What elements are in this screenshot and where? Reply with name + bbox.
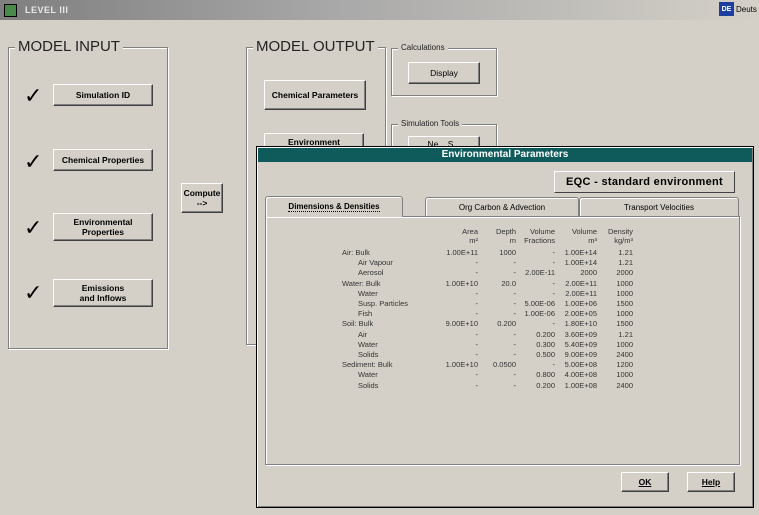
emissions-inflows-check-icon: ✓ <box>24 280 43 305</box>
chemical-properties-check-icon: ✓ <box>24 149 43 174</box>
table-row-label: Susp. Particles <box>358 299 409 308</box>
table-cell: 2400 <box>616 350 633 359</box>
dialog-title: Environmental Parameters <box>258 148 752 162</box>
tab-org-carbon-advection[interactable]: Org Carbon & Advection <box>425 197 579 217</box>
help-button-label: Help <box>701 477 721 487</box>
table-row-label: Fish <box>358 309 373 319</box>
column-header-line1: Area <box>462 227 478 236</box>
display-button[interactable]: Display <box>408 62 480 84</box>
tab-org-carbon-advection-label: Org Carbon & Advection <box>458 203 546 212</box>
model-output-title: MODEL OUTPUT <box>253 38 378 56</box>
column-header-line2: Fractions <box>524 236 555 245</box>
column-header-line1: Density <box>607 227 633 236</box>
table-row-label: Air Vapour <box>358 258 393 268</box>
column-header-line2: m <box>509 236 516 245</box>
column-header-line1: Volume <box>529 227 555 236</box>
tab-transport-velocities[interactable]: Transport Velocities <box>579 197 739 217</box>
tab-dimensions-densities-label: Dimensions & Densities <box>288 202 380 212</box>
table-cell: 1000 <box>616 370 633 380</box>
table-cell: 1500 <box>616 319 633 329</box>
table-row-label: Air <box>358 329 368 339</box>
table-cell: 1.21 <box>618 258 633 268</box>
window-title: LEVEL III <box>25 5 69 15</box>
table-row-label: Water <box>358 339 378 349</box>
table-row-label: Sediment: Bulk <box>342 360 393 370</box>
simulation-tools-title: Simulation Tools <box>398 119 463 129</box>
environment-name-box: EQC - standard environment <box>554 171 735 193</box>
model-input-title: MODEL INPUT <box>15 38 123 56</box>
tab-strip: Dimensions & Densities Org Carbon & Adve… <box>265 196 740 217</box>
compute-button[interactable]: Compute --> <box>181 183 223 213</box>
table-row-label: Soil: Bulk <box>342 319 374 329</box>
environmental-parameters-dialog: Environmental Parameters EQC - standard … <box>256 146 754 508</box>
environmental-properties-check-icon: ✓ <box>24 215 43 240</box>
chemical-properties-button[interactable]: Chemical Properties <box>53 149 153 171</box>
column-header-line1: Volume <box>571 227 597 236</box>
simulation-id-check-icon: ✓ <box>24 83 43 108</box>
language-indicator[interactable]: DE Deuts <box>719 2 757 16</box>
table-cell: 2400 <box>616 380 633 390</box>
table-cell: 1.21 <box>618 248 633 257</box>
app-icon <box>4 3 17 17</box>
table-cell: 1000 <box>616 309 633 319</box>
table-cell: 1200 <box>616 360 633 370</box>
table-row-label: Solids <box>358 380 379 390</box>
emissions-inflows-button[interactable]: Emissions and Inflows <box>53 279 153 307</box>
column-header: Volume m³ <box>557 227 597 245</box>
ok-button-label: OK <box>638 477 652 487</box>
table-row-label: Air: Bulk <box>342 248 370 257</box>
table-row-label: Aerosol <box>358 268 384 278</box>
table-cell: 1000 <box>616 288 633 298</box>
tab-transport-velocities-label: Transport Velocities <box>624 203 694 212</box>
help-button[interactable]: Help <box>687 472 735 492</box>
table-row-label: Solids <box>358 350 379 359</box>
ok-button[interactable]: OK <box>621 472 669 492</box>
table-row-label: Water: Bulk <box>342 278 381 288</box>
language-flag-icon: DE <box>719 2 734 16</box>
column-header-line1: Depth <box>495 227 516 236</box>
simulation-id-button[interactable]: Simulation ID <box>53 84 153 106</box>
table-row-label: Water <box>358 288 378 298</box>
calculations-title: Calculations <box>398 43 448 53</box>
column-header: Density kg/m³ <box>597 227 633 245</box>
table-cell: 1000 <box>616 339 633 349</box>
column-header-line2: m² <box>469 236 478 245</box>
column-header: Volume Fractions <box>515 227 555 245</box>
table-cell: 1.21 <box>618 329 633 339</box>
chemical-parameters-button[interactable]: Chemical Parameters <box>264 80 366 110</box>
language-label: Deuts <box>736 4 757 14</box>
table-row-label: Water <box>358 370 378 380</box>
environmental-properties-button[interactable]: Environmental Properties <box>53 213 153 241</box>
table-cell: 1000 <box>616 278 633 288</box>
dimensions-densities-panel: Area m² Depth m Volume Fractions Volume m³ Densi… <box>265 216 740 465</box>
table-cell: 2000 <box>616 268 633 278</box>
title-bar: LEVEL III DE Deuts <box>0 0 759 20</box>
column-header: Depth m <box>480 227 516 245</box>
table-cell: 1500 <box>616 299 633 308</box>
column-header-line2: kg/m³ <box>614 236 633 245</box>
tab-dimensions-densities[interactable]: Dimensions & Densities <box>265 196 403 217</box>
column-header-line2: m³ <box>588 236 597 245</box>
column-header: Area m² <box>434 227 478 245</box>
